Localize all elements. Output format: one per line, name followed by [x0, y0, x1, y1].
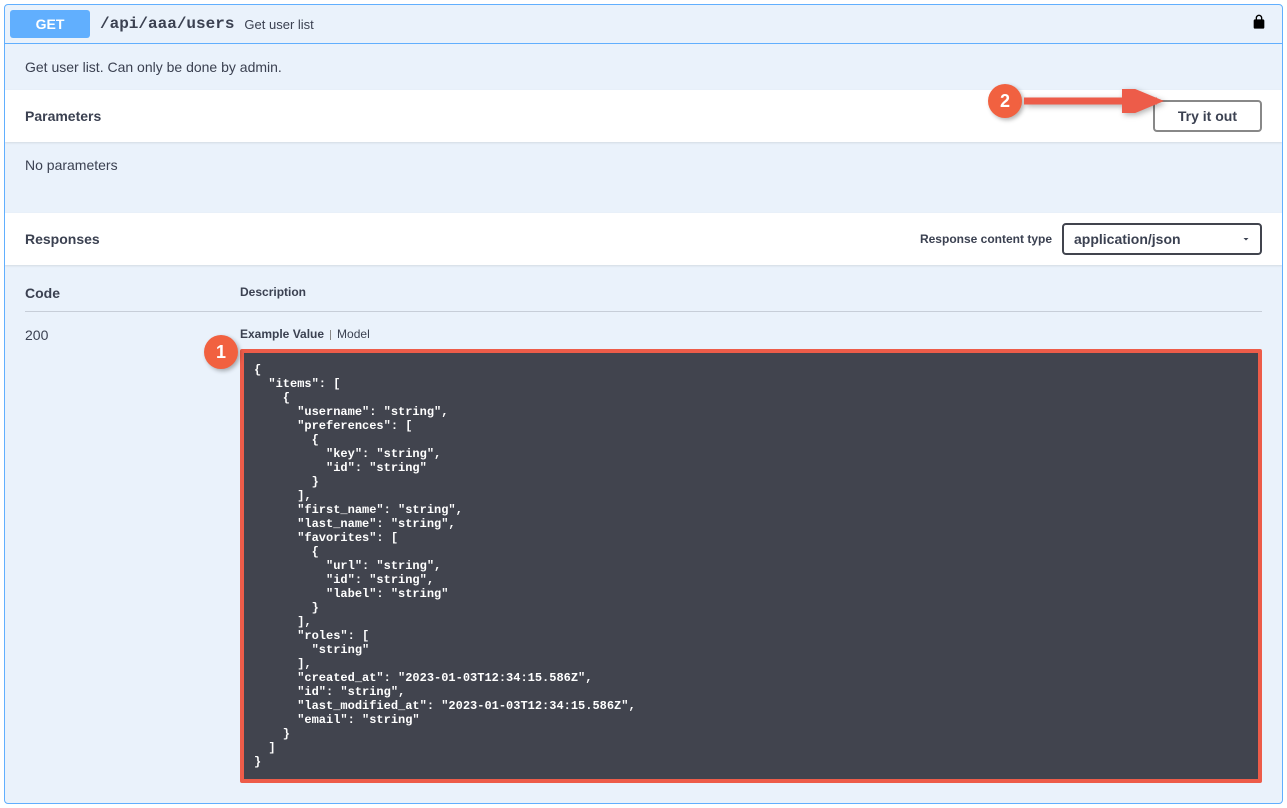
parameters-body: No parameters: [5, 142, 1282, 213]
annotation-1-circle: 1: [204, 335, 238, 369]
model-tabs: Example Value Model: [240, 327, 1262, 341]
parameters-header: Parameters Try it out 2: [5, 90, 1282, 142]
annotation-2-circle: 2: [988, 84, 1022, 118]
response-description-body: Example ValueModel 1 { "items": [ { "use…: [240, 327, 1262, 783]
annotation-2: 2: [988, 84, 1172, 118]
api-operation-block: GET /api/aaa/users Get user list Get use…: [4, 4, 1283, 804]
content-type-controls: Response content type application/json: [920, 223, 1262, 255]
responses-title: Responses: [25, 231, 100, 247]
parameters-title: Parameters: [25, 108, 101, 124]
response-code: 200: [25, 327, 240, 783]
column-description-header: Description: [240, 285, 1262, 301]
responses-table-head: Code Description: [25, 285, 1262, 312]
responses-table: Code Description 200 Example Value Model …: [5, 265, 1282, 803]
response-row: 200 Example Value Model 1 { "items": [ { …: [25, 327, 1262, 783]
operation-body: Get user list. Can only be done by admin…: [5, 43, 1282, 803]
content-type-select[interactable]: application/json: [1062, 223, 1262, 255]
column-code-header: Code: [25, 285, 240, 301]
operation-summary-row[interactable]: GET /api/aaa/users Get user list: [5, 5, 1282, 43]
annotation-2-arrow-icon: [1022, 89, 1172, 113]
tab-model[interactable]: Model: [337, 327, 370, 341]
lock-icon[interactable]: [1241, 13, 1277, 36]
tab-separator: [330, 330, 331, 340]
endpoint-path: /api/aaa/users: [100, 15, 234, 33]
example-value-code[interactable]: { "items": [ { "username": "string", "pr…: [244, 353, 1258, 779]
annotation-1: 1: [204, 335, 238, 369]
responses-header: Responses Response content type applicat…: [5, 213, 1282, 265]
content-type-label: Response content type: [920, 232, 1052, 246]
example-code-highlight: { "items": [ { "username": "string", "pr…: [240, 349, 1262, 783]
endpoint-summary: Get user list: [244, 17, 1241, 32]
tab-example-value[interactable]: Example Value: [240, 327, 324, 341]
http-method-badge: GET: [10, 10, 90, 38]
